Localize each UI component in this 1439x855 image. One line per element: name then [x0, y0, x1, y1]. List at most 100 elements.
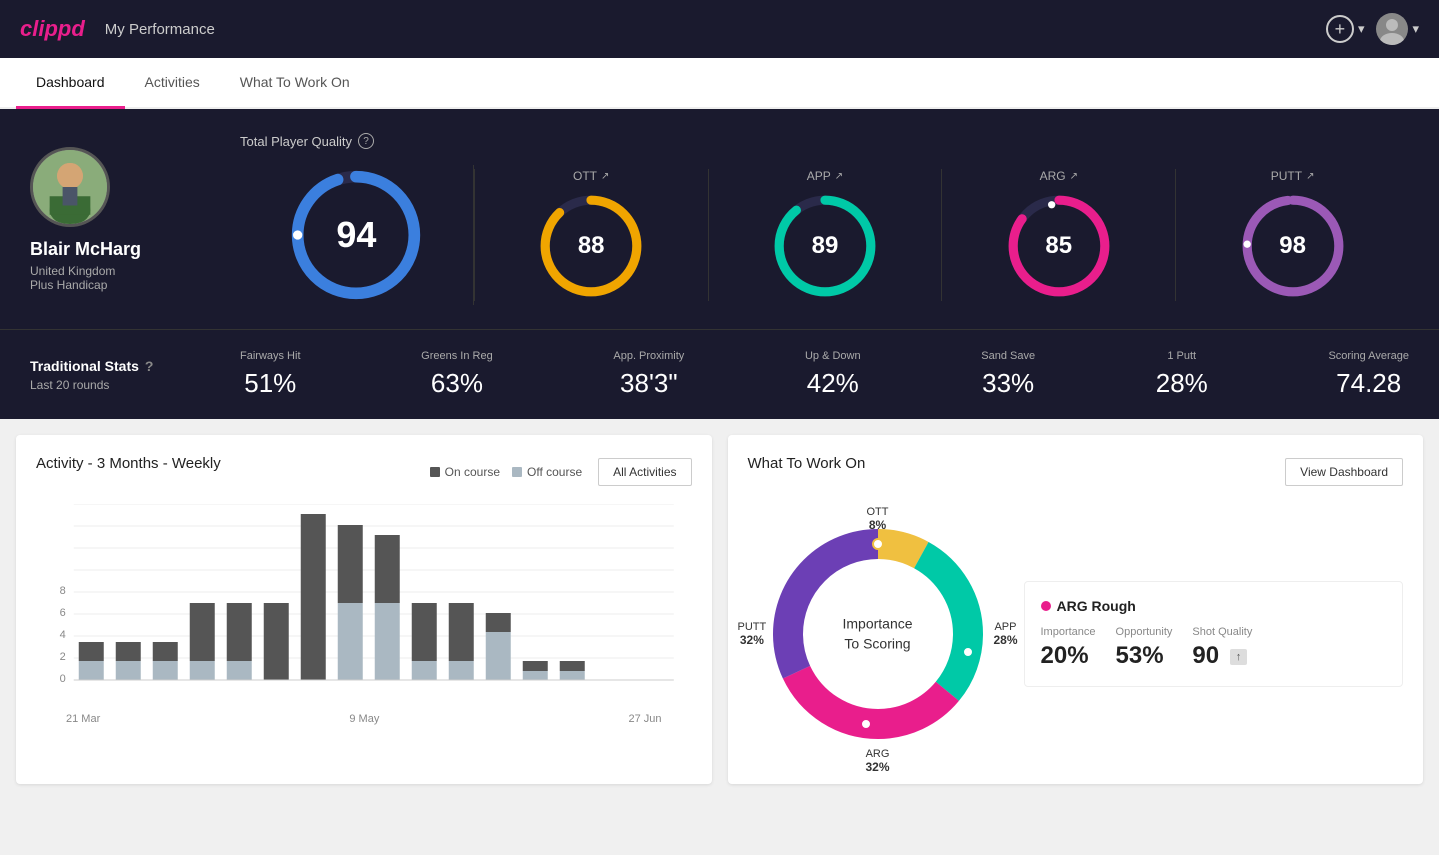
header-right: + ▾ ▾: [1326, 13, 1419, 45]
activity-panel: Activity - 3 Months - Weekly On course O…: [16, 435, 712, 784]
chart-title: Activity - 3 Months - Weekly: [36, 455, 221, 472]
all-activities-button[interactable]: All Activities: [598, 458, 691, 486]
player-handicap: Plus Handicap: [30, 278, 240, 292]
stat-gir: Greens In Reg 63%: [421, 350, 493, 399]
x-label-1: 21 Mar: [66, 713, 100, 725]
stat-value: 38'3": [613, 368, 684, 399]
seg-label-app: APP 28%: [993, 621, 1017, 647]
stat-value: 74.28: [1328, 368, 1409, 399]
player-name: Blair McHarg: [30, 239, 240, 260]
wtwo-title: What To Work On: [748, 455, 866, 472]
tab-dashboard[interactable]: Dashboard: [16, 58, 125, 109]
gauge-arg-label: ARG ↗: [1040, 169, 1078, 183]
trad-title: Traditional Stats ?: [30, 358, 240, 374]
stat-value: 28%: [1156, 368, 1208, 399]
tpq-section: Total Player Quality ? 94: [240, 133, 1409, 305]
plus-icon: +: [1326, 15, 1354, 43]
stat-proximity: App. Proximity 38'3": [613, 350, 684, 399]
app-value: 89: [812, 232, 839, 260]
seg-label-arg: ARG 32%: [865, 748, 889, 774]
arrow-icon: ↗: [601, 171, 609, 182]
header-left: clippd My Performance: [20, 16, 215, 42]
info-card-stats: Importance 20% Opportunity 53% Shot Qual…: [1041, 626, 1387, 670]
tab-what-to-work-on[interactable]: What To Work On: [220, 58, 370, 109]
svg-text:4: 4: [60, 629, 66, 641]
stat-value: 51%: [240, 368, 301, 399]
stat-sandsave: Sand Save 33%: [981, 350, 1035, 399]
player-country: United Kingdom: [30, 264, 240, 278]
stat-fairways: Fairways Hit 51%: [240, 350, 301, 399]
info-stat-opportunity: Opportunity 53%: [1116, 626, 1173, 670]
info-stat-importance: Importance 20%: [1041, 626, 1096, 670]
seg-label-putt: PUTT 32%: [738, 621, 767, 647]
putt-value: 98: [1279, 232, 1306, 260]
what-to-work-on-panel: What To Work On View Dashboard: [728, 435, 1424, 784]
legend-off-course: Off course: [512, 465, 582, 479]
performance-panel: Blair McHarg United Kingdom Plus Handica…: [0, 109, 1439, 329]
nav-tabs: Dashboard Activities What To Work On: [0, 58, 1439, 109]
help-icon[interactable]: ?: [145, 358, 154, 374]
x-label-2: 9 May: [349, 713, 379, 725]
wtwo-donut: Importance To Scoring OTT 8% APP 28% ARG…: [748, 504, 1008, 764]
svg-text:8: 8: [60, 585, 66, 597]
arrow-icon: ↗: [1306, 171, 1314, 182]
shot-quality-badge: ↑: [1230, 649, 1248, 665]
stat-updown: Up & Down 42%: [805, 350, 861, 399]
logo: clippd: [20, 16, 85, 42]
chart-legend: On course Off course: [430, 465, 583, 479]
help-icon[interactable]: ?: [358, 133, 374, 149]
player-avatar: [30, 147, 110, 227]
avatar: [1376, 13, 1408, 45]
arg-value: 85: [1045, 232, 1072, 260]
gauge-ott-label: OTT ↗: [573, 169, 609, 183]
traditional-stats: Traditional Stats ? Last 20 rounds Fairw…: [0, 329, 1439, 419]
trad-subtitle: Last 20 rounds: [30, 378, 240, 392]
view-dashboard-button[interactable]: View Dashboard: [1285, 458, 1403, 486]
gauges-row: 94 OTT ↗ 88: [240, 165, 1409, 305]
trad-info: Traditional Stats ? Last 20 rounds: [30, 358, 240, 392]
svg-text:0: 0: [60, 673, 66, 685]
tpq-main-value: 94: [336, 214, 376, 256]
tab-activities[interactable]: Activities: [125, 58, 220, 109]
tpq-main-gauge: 94: [240, 165, 474, 305]
stat-label: Greens In Reg: [421, 350, 493, 362]
wtwo-content: Importance To Scoring OTT 8% APP 28% ARG…: [748, 504, 1404, 764]
x-label-3: 27 Jun: [628, 713, 661, 725]
bottom-panels: Activity - 3 Months - Weekly On course O…: [0, 419, 1439, 800]
stat-value: 42%: [805, 368, 861, 399]
info-stat-shot-quality: Shot Quality 90 ↑: [1192, 626, 1252, 670]
add-button[interactable]: + ▾: [1326, 15, 1365, 43]
stat-label: 1 Putt: [1156, 350, 1208, 362]
seg-label-ott: OTT 8%: [867, 506, 889, 532]
profile-button[interactable]: ▾: [1376, 13, 1419, 45]
stat-value: 33%: [981, 368, 1035, 399]
player-stats-row: Blair McHarg United Kingdom Plus Handica…: [30, 133, 1409, 305]
status-dot: [1041, 601, 1051, 611]
arrow-icon: ↗: [835, 171, 843, 182]
on-course-dot: [430, 467, 440, 477]
legend-on-course: On course: [430, 465, 500, 479]
svg-text:2: 2: [60, 651, 66, 663]
info-card: ARG Rough Importance 20% Opportunity 53%…: [1024, 581, 1404, 687]
stat-label: Sand Save: [981, 350, 1035, 362]
gauge-putt-label: PUTT ↗: [1271, 169, 1315, 183]
stat-scoring: Scoring Average 74.28: [1328, 350, 1409, 399]
tpq-label: Total Player Quality ?: [240, 133, 1409, 149]
bar-chart: 0 2 4 6 8: [36, 504, 692, 704]
header: clippd My Performance + ▾ ▾: [0, 0, 1439, 58]
ott-value: 88: [578, 232, 605, 260]
stat-label: Scoring Average: [1328, 350, 1409, 362]
gauge-app-label: APP ↗: [807, 169, 843, 183]
stat-label: App. Proximity: [613, 350, 684, 362]
arrow-icon: ↗: [1070, 171, 1078, 182]
stat-label: Up & Down: [805, 350, 861, 362]
info-card-title: ARG Rough: [1041, 598, 1387, 614]
gauge-putt: PUTT ↗ 98: [1176, 169, 1409, 301]
gauge-ott: OTT ↗ 88: [474, 169, 709, 301]
header-title: My Performance: [105, 21, 215, 38]
donut-center-text: Importance To Scoring: [842, 614, 912, 653]
chevron-down-icon: ▾: [1412, 21, 1419, 37]
off-course-dot: [512, 467, 522, 477]
stat-oneputt: 1 Putt 28%: [1156, 350, 1208, 399]
player-info: Blair McHarg United Kingdom Plus Handica…: [30, 147, 240, 292]
